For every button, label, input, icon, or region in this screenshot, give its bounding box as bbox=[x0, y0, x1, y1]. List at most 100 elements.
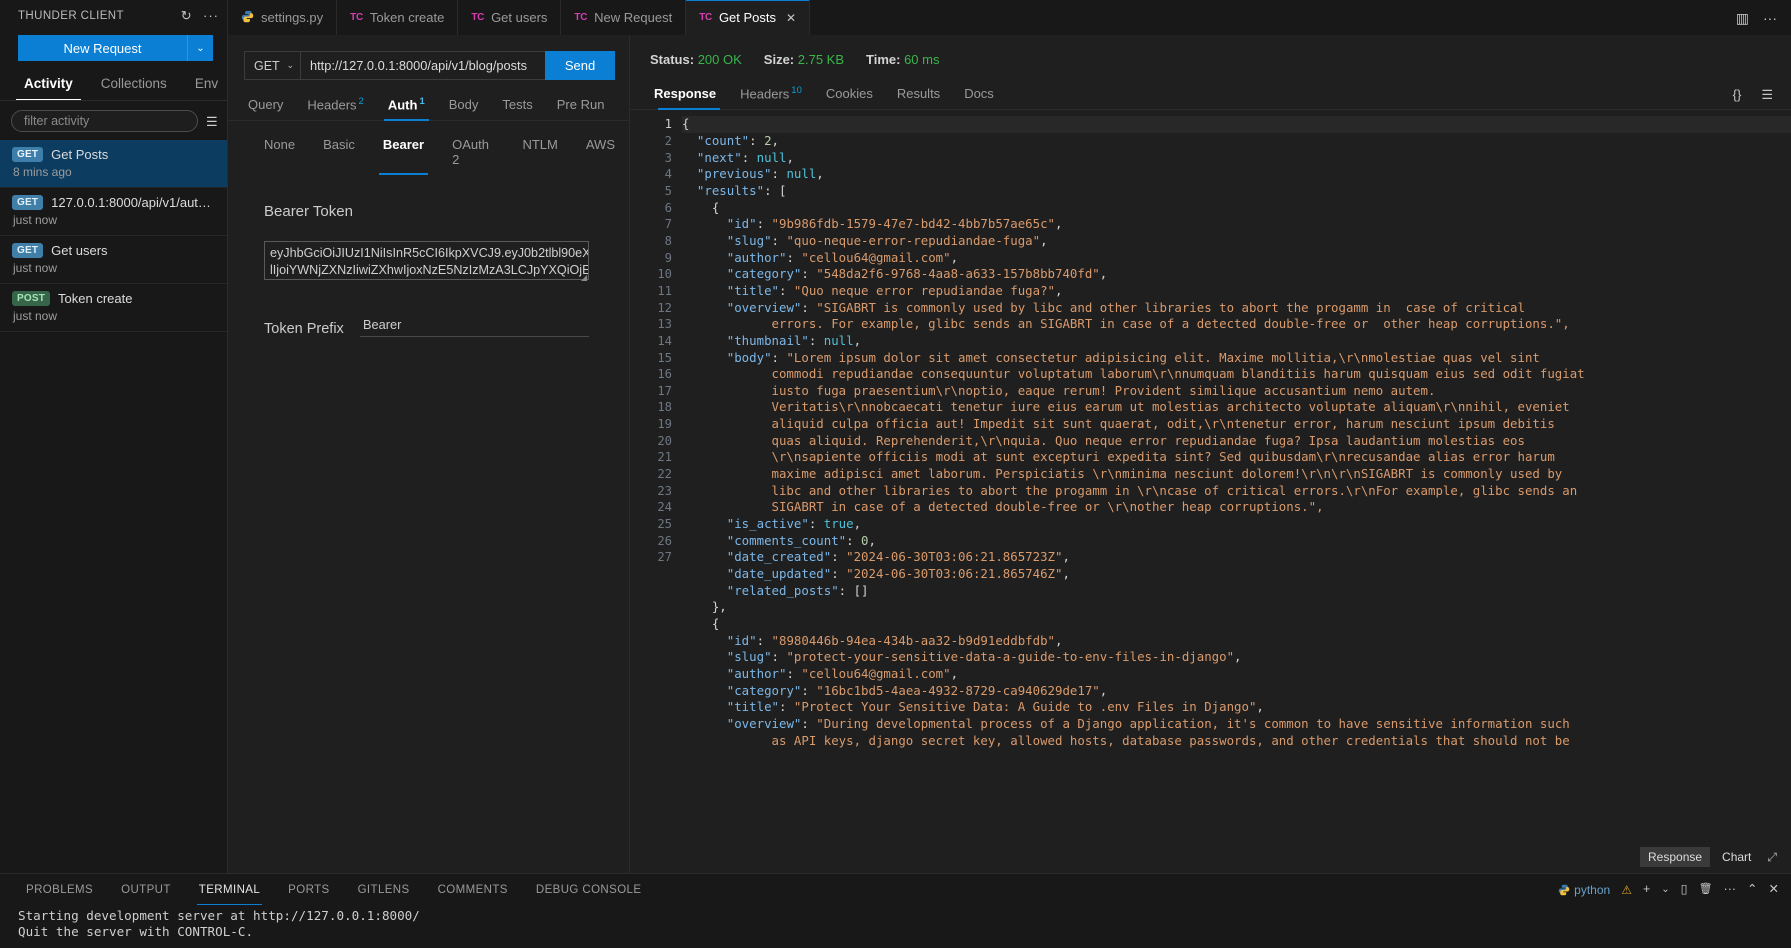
tab-label: Cookies bbox=[825, 86, 873, 102]
terminal-dropdown-icon[interactable]: ⌄ bbox=[1661, 884, 1669, 895]
json-code[interactable]: { "count": 2, "next": null, "previous": … bbox=[682, 110, 1791, 873]
activity-item-name: 127.0.0.1:8000/api/v1/auth/us... bbox=[51, 195, 215, 210]
split-editor-icon[interactable]: ▥ bbox=[1736, 11, 1749, 25]
json-line: "slug": "quo-neque-error-repudiandae-fug… bbox=[726, 232, 1048, 248]
tab-badge: 2 bbox=[358, 96, 364, 107]
json-line: { bbox=[711, 199, 720, 215]
activity-item-get-posts[interactable]: GET Get Posts 8 mins ago bbox=[0, 140, 227, 188]
tab-label: Auth bbox=[387, 97, 418, 113]
auth-type-aws[interactable]: AWS bbox=[572, 137, 629, 175]
json-line: libc and other libraries to abort the pr… bbox=[682, 482, 1578, 498]
activity-item-get-users[interactable]: GET Get users just now bbox=[0, 236, 227, 284]
activity-list: GET Get Posts 8 mins ago GET 127.0.0.1:8… bbox=[0, 140, 227, 873]
tab-response-headers[interactable]: Headers 10 bbox=[728, 85, 814, 109]
request-response-split: GET ⌄ Send Query Headers2 bbox=[228, 35, 1791, 873]
activity-item-token-create[interactable]: POST Token create just now bbox=[0, 284, 227, 332]
new-request-dropdown-icon[interactable]: ⌄ bbox=[187, 35, 213, 61]
line-number: 21 bbox=[657, 450, 672, 465]
filter-menu-icon[interactable]: ☰ bbox=[206, 115, 218, 128]
tab-query[interactable]: Query bbox=[244, 97, 295, 120]
split-terminal-icon[interactable]: ▯ bbox=[1681, 883, 1688, 896]
kill-terminal-icon[interactable]: 🗑 bbox=[1699, 884, 1713, 895]
new-terminal-icon[interactable]: + bbox=[1643, 883, 1650, 896]
close-panel-icon[interactable]: ✕ bbox=[1769, 883, 1779, 896]
editor-titlebar-actions: ▥ ··· bbox=[1722, 0, 1791, 35]
bearer-token-label: Bearer Token bbox=[264, 203, 353, 221]
bearer-token-input[interactable]: eyJhbGciOiJIUzI1NiIsInR5cCI6IkpXVCJ9.eyJ… bbox=[264, 241, 589, 281]
expand-icon[interactable]: ⤢ bbox=[1763, 850, 1777, 865]
http-method-value: GET bbox=[254, 58, 280, 73]
view-toggle-response[interactable]: Response bbox=[1640, 847, 1711, 867]
panel-tab-terminal[interactable]: TERMINAL bbox=[185, 874, 274, 905]
terminal-output[interactable]: Starting development server at http://12… bbox=[0, 905, 1791, 948]
tab-results[interactable]: Results bbox=[885, 86, 952, 109]
response-pane: Status: 200 OK Size: 2.75 KB Time: 60 ms bbox=[630, 35, 1791, 873]
view-toggle-chart[interactable]: Chart bbox=[1714, 847, 1759, 867]
json-line: "count": 2, bbox=[696, 132, 779, 148]
auth-type-tabs: None Basic Bearer OAuth 2 NTLM AWS bbox=[228, 121, 629, 176]
new-request-button[interactable]: New Request bbox=[18, 35, 187, 61]
json-line: iusto fuga praesentium\r\noptio, eaque r… bbox=[682, 382, 1436, 398]
more-actions-icon[interactable]: ··· bbox=[1724, 883, 1737, 896]
more-actions-icon[interactable]: ··· bbox=[1763, 11, 1777, 25]
editor-tab-get-posts[interactable]: TC Get Posts ✕ bbox=[686, 0, 811, 35]
editor-tab-label: New Request bbox=[594, 10, 673, 25]
tab-headers[interactable]: Headers 2 bbox=[295, 96, 375, 120]
status-value: 200 OK bbox=[697, 52, 742, 67]
format-json-icon[interactable]: {} bbox=[1733, 87, 1742, 103]
maximize-panel-icon[interactable]: ⌃ bbox=[1747, 883, 1757, 896]
warning-icon[interactable]: ⚠ bbox=[1621, 884, 1632, 896]
activity-item-auth-users[interactable]: GET 127.0.0.1:8000/api/v1/auth/us... jus… bbox=[0, 188, 227, 236]
status-group: Status: 200 OK bbox=[650, 52, 742, 67]
response-tabs: Response Headers10 Cookies Results Docs bbox=[630, 74, 1791, 111]
auth-type-bearer[interactable]: Bearer bbox=[369, 137, 438, 176]
panel-tab-ports[interactable]: PORTS bbox=[274, 874, 343, 905]
token-prefix-input[interactable] bbox=[360, 317, 589, 338]
panel-tab-debug-console[interactable]: DEBUG CONSOLE bbox=[522, 874, 656, 905]
editor-tab-new-request[interactable]: TC New Request bbox=[561, 0, 687, 35]
json-line: "overview": "During developmental proces… bbox=[726, 715, 1570, 731]
auth-type-basic[interactable]: Basic bbox=[309, 137, 369, 175]
sidebar-tab-activity[interactable]: Activity bbox=[10, 69, 87, 100]
tab-response[interactable]: Response bbox=[650, 86, 728, 111]
tab-label: Headers bbox=[740, 86, 790, 102]
panel-tab-output[interactable]: OUTPUT bbox=[107, 874, 185, 905]
tab-cookies[interactable]: Cookies bbox=[814, 86, 885, 109]
filter-activity-input[interactable] bbox=[11, 110, 198, 132]
response-json-viewer[interactable]: 1 2 3 4 5 6 7 8 9 10 11 12 13 14 15 16 17 18 19 20 21 22 23 24 2… bbox=[630, 110, 1791, 873]
panel-tab-gitlens[interactable]: GITLENS bbox=[344, 874, 424, 905]
tab-pre-run[interactable]: Pre Run bbox=[545, 97, 617, 120]
sidebar-header: THUNDER CLIENT ↻ ··· bbox=[0, 0, 227, 31]
tab-docs[interactable]: Docs bbox=[952, 86, 1006, 109]
sidebar-tab-env[interactable]: Env bbox=[181, 69, 232, 100]
line-number: 9 bbox=[664, 250, 672, 265]
editor-tab-get-users[interactable]: TC Get users bbox=[458, 0, 562, 35]
close-icon[interactable]: ✕ bbox=[786, 11, 796, 25]
tab-body[interactable]: Body bbox=[437, 97, 491, 120]
sidebar-tabs: Activity Collections Env bbox=[0, 69, 227, 101]
tab-tests[interactable]: Tests bbox=[490, 97, 544, 120]
panel-actions: python ⚠ + ⌄ ▯ 🗑 ··· ⌃ ✕ bbox=[1558, 883, 1779, 896]
more-actions-icon[interactable]: ··· bbox=[203, 9, 219, 22]
sidebar-tab-collections[interactable]: Collections bbox=[87, 69, 181, 100]
auth-type-none[interactable]: None bbox=[250, 137, 309, 175]
thunder-client-icon: TC bbox=[574, 12, 588, 23]
auth-type-ntlm[interactable]: NTLM bbox=[508, 137, 571, 175]
editor-tab-token-create[interactable]: TC Token create bbox=[337, 0, 459, 35]
send-button[interactable]: Send bbox=[545, 51, 615, 80]
chevron-down-icon: ⌄ bbox=[286, 60, 294, 70]
auth-type-oauth2[interactable]: OAuth 2 bbox=[438, 137, 508, 175]
refresh-icon[interactable]: ↻ bbox=[181, 9, 192, 22]
panel-tab-problems[interactable]: PROBLEMS bbox=[12, 874, 107, 905]
panel-header: PROBLEMS OUTPUT TERMINAL PORTS GITLENS C… bbox=[0, 874, 1791, 905]
tab-auth[interactable]: Auth 1 bbox=[376, 96, 437, 122]
word-wrap-icon[interactable]: ☰ bbox=[1761, 87, 1773, 103]
terminal-shell-indicator[interactable]: python bbox=[1558, 884, 1610, 896]
json-line: errors. For example, glibc sends an SIGA… bbox=[682, 316, 1570, 332]
http-method-select[interactable]: GET ⌄ bbox=[244, 51, 300, 80]
panel-tab-comments[interactable]: COMMENTS bbox=[424, 874, 522, 905]
size-label: Size: bbox=[763, 52, 795, 67]
activity-item-time: just now bbox=[13, 261, 58, 275]
url-input[interactable] bbox=[300, 51, 545, 80]
editor-tab-settings-py[interactable]: settings.py bbox=[228, 0, 338, 35]
